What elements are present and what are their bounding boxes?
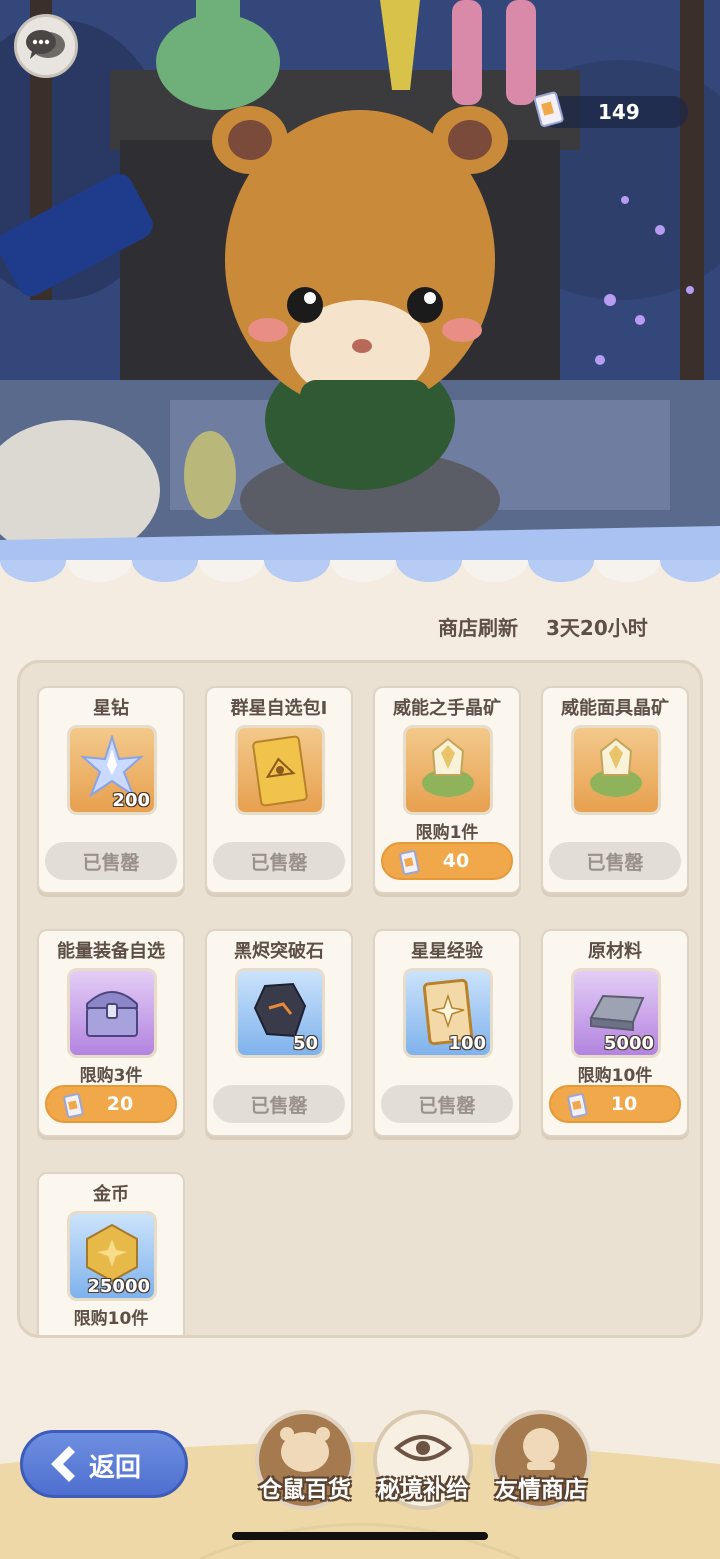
back-button[interactable]: 返回 xyxy=(20,1430,188,1498)
sold-out-button: 已售罄 xyxy=(213,842,345,880)
chat-button[interactable] xyxy=(14,14,78,78)
ticket-icon xyxy=(567,1093,588,1119)
item-thumbnail: 100 xyxy=(403,968,493,1058)
purchase-limit: 限购3件 xyxy=(79,1066,143,1086)
buy-button[interactable]: 10 xyxy=(549,1085,681,1123)
item-thumbnail xyxy=(235,725,325,815)
item-quantity: 100 xyxy=(448,1033,486,1054)
bottom-navigation: 返回 仓鼠百货 秘境补给 友情商店 xyxy=(0,1360,720,1559)
item-name: 金币 xyxy=(93,1184,129,1205)
item-name: 威能面具晶矿 xyxy=(561,698,669,719)
ticket-icon xyxy=(399,850,420,876)
treasure-chest-icon xyxy=(86,991,138,1037)
shop-item-card[interactable]: 威能面具晶矿 已售罄 xyxy=(541,686,689,894)
shop-item-card[interactable]: 群星自选包Ⅰ 已售罄 xyxy=(205,686,353,894)
back-label: 返回 xyxy=(89,1453,142,1483)
refresh-countdown: 3天20小时 xyxy=(546,616,648,640)
tab-hamster-store[interactable]: 仓鼠百货 xyxy=(250,1410,360,1520)
ticket-icon xyxy=(63,1093,84,1119)
shop-item-card[interactable]: 原材料 5000 限购10件 10 xyxy=(541,929,689,1137)
tab-label: 友情商店 xyxy=(495,1477,587,1503)
item-price: 40 xyxy=(442,850,470,872)
card-pack-icon xyxy=(252,735,308,807)
purchase-limit: 限购10件 xyxy=(73,1309,149,1329)
tab-secret-supply[interactable]: 秘境补给 xyxy=(368,1410,478,1520)
buy-button[interactable]: 20 xyxy=(45,1085,177,1123)
item-quantity: 25000 xyxy=(87,1276,150,1297)
back-arrow-icon xyxy=(51,1446,75,1482)
shop-item-card[interactable]: 能量装备自选 限购3件 20 xyxy=(37,929,185,1137)
tab-label: 仓鼠百货 xyxy=(259,1477,351,1503)
shop-scene: 149 xyxy=(0,0,720,560)
item-thumbnail: 25000 xyxy=(67,1211,157,1301)
item-name: 能量装备自选 xyxy=(57,941,165,962)
item-price: 20 xyxy=(106,1093,134,1115)
item-quantity: 5000 xyxy=(603,1033,654,1054)
item-quantity: 50 xyxy=(292,1033,318,1054)
item-name: 星星经验 xyxy=(411,941,483,962)
shop-refresh-info: 商店刷新 3天20小时 xyxy=(0,612,720,640)
item-name: 威能之手晶矿 xyxy=(393,698,501,719)
item-name: 群星自选包Ⅰ xyxy=(230,698,328,719)
purchase-limit: 限购1件 xyxy=(415,823,479,843)
item-quantity: 200 xyxy=(112,790,150,811)
tab-friendship-shop[interactable]: 友情商店 xyxy=(486,1410,596,1520)
home-indicator xyxy=(232,1532,488,1540)
item-thumbnail: 50 xyxy=(235,968,325,1058)
shop-item-card[interactable]: 星钻 200 已售罄 xyxy=(37,686,185,894)
item-thumbnail xyxy=(571,725,661,815)
item-thumbnail xyxy=(403,725,493,815)
sold-out-button: 已售罄 xyxy=(45,842,177,880)
item-thumbnail xyxy=(67,968,157,1058)
shop-item-grid: 星钻 200 已售罄 群星自选包Ⅰ 已售罄 威能之手晶矿 限购1件 40 威能面… xyxy=(17,660,703,1338)
hamster-icon xyxy=(280,1427,330,1472)
sold-out-button: 已售罄 xyxy=(549,842,681,880)
ticket-icon xyxy=(534,91,564,127)
item-thumbnail: 5000 xyxy=(571,968,661,1058)
item-name: 黑烬突破石 xyxy=(234,941,324,962)
crystal-ore-icon xyxy=(422,737,474,797)
item-price: 10 xyxy=(610,1093,638,1115)
currency-counter: 149 xyxy=(534,91,688,128)
sold-out-button: 已售罄 xyxy=(381,1085,513,1123)
item-thumbnail: 200 xyxy=(67,725,157,815)
item-name: 原材料 xyxy=(588,941,642,962)
eye-emblem-icon xyxy=(393,1435,453,1461)
currency-amount: 149 xyxy=(598,100,640,124)
item-name: 星钻 xyxy=(93,698,129,719)
shop-item-card[interactable]: 星星经验 100 已售罄 xyxy=(373,929,521,1137)
shop-item-card[interactable]: 黑烬突破石 50 已售罄 xyxy=(205,929,353,1137)
shop-item-card[interactable]: 金币 25000 限购10件 xyxy=(37,1172,185,1335)
shop-item-card[interactable]: 威能之手晶矿 限购1件 40 xyxy=(373,686,521,894)
sold-out-button: 已售罄 xyxy=(213,1085,345,1123)
crystal-ore-icon xyxy=(590,737,642,797)
scene-illustration xyxy=(0,0,720,560)
chat-bubbles-icon xyxy=(26,30,65,59)
refresh-label: 商店刷新 xyxy=(438,616,518,640)
purchase-limit: 限购10件 xyxy=(577,1066,653,1086)
shop-awning xyxy=(0,526,720,582)
buy-button[interactable]: 40 xyxy=(381,842,513,880)
tab-label: 秘境补给 xyxy=(377,1477,469,1503)
